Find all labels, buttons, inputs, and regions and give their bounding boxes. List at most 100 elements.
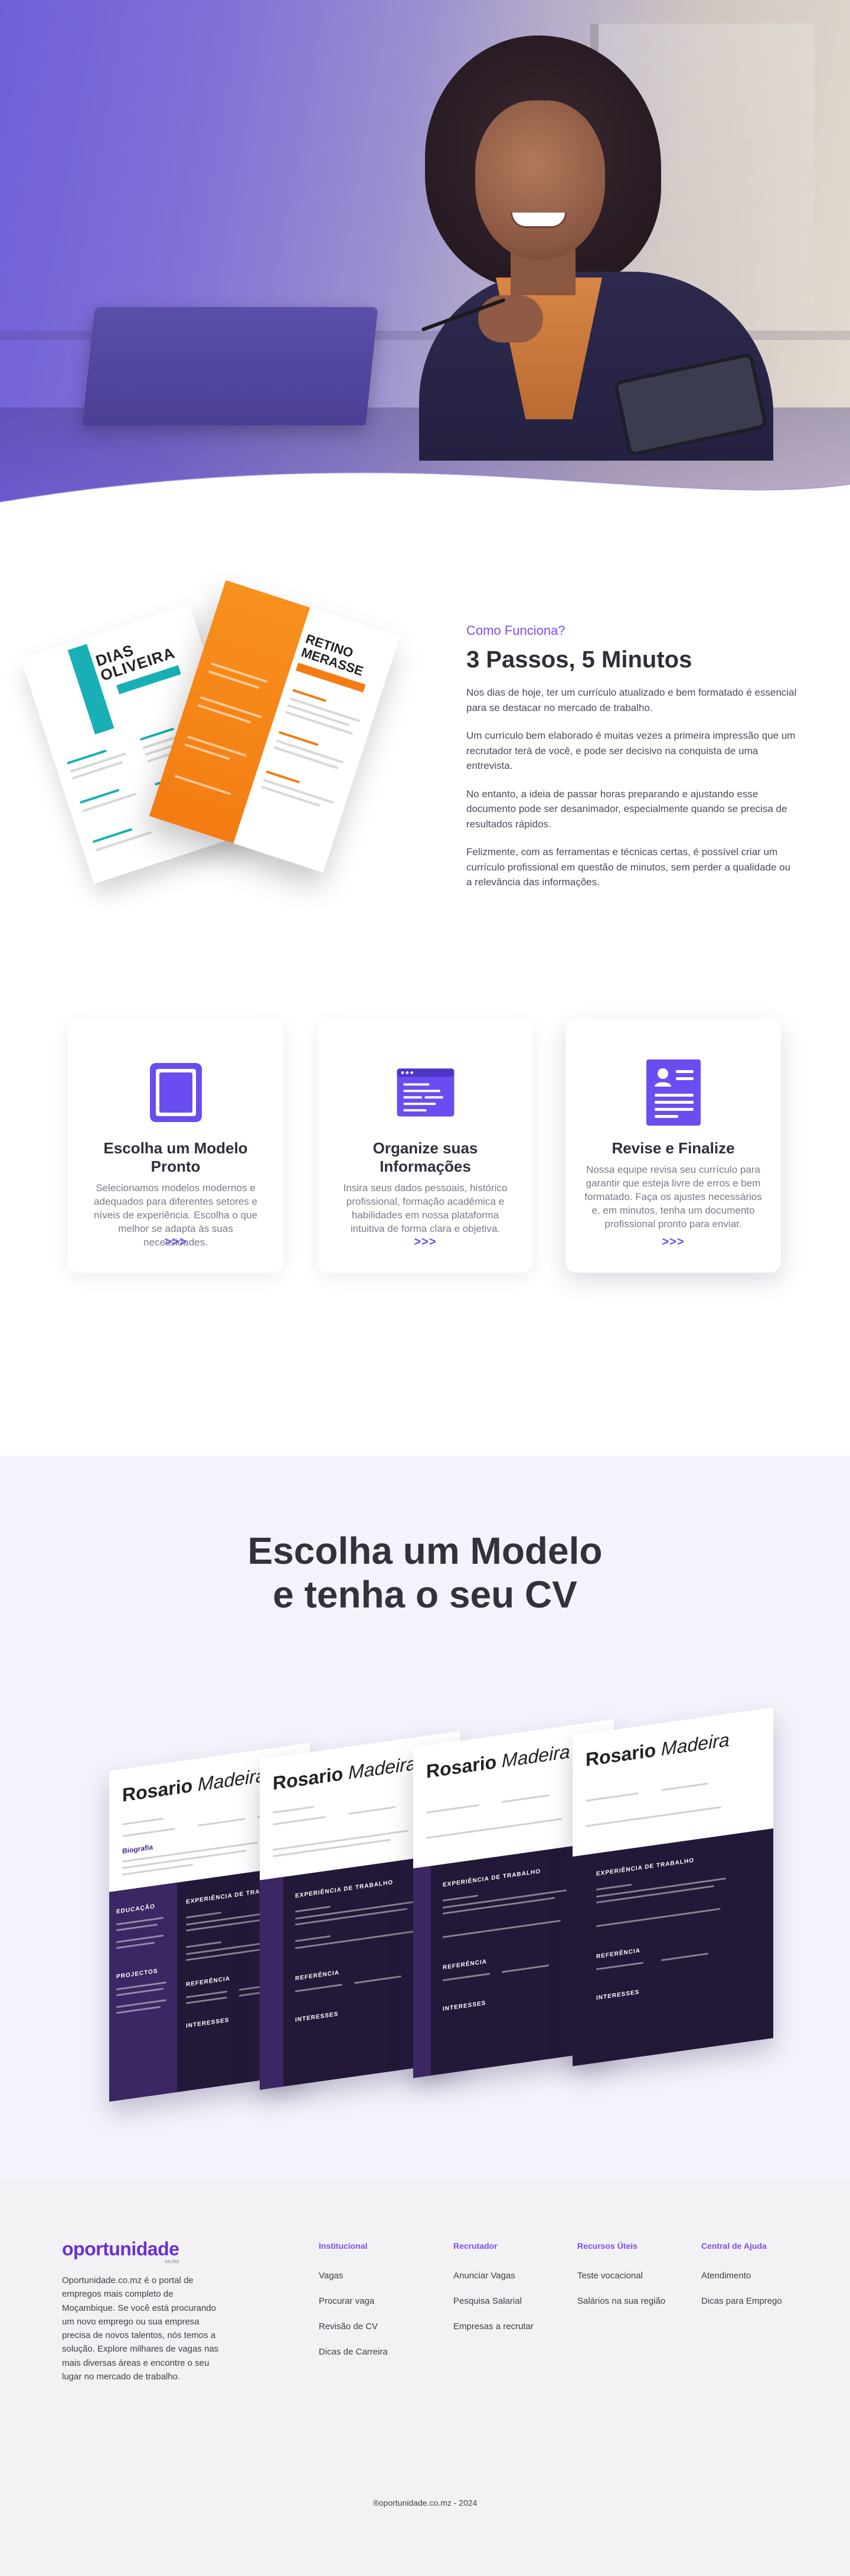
step-card-review-finalize[interactable]: Revise e Finalize Nossa equipe revisa se…	[565, 1019, 781, 1273]
footer-link-teste-vocacional[interactable]: Teste vocacional	[577, 2271, 665, 2281]
footer-column-recursos: Recursos Úteis Teste vocacional Salários…	[577, 2241, 665, 2321]
cv-section-interests: INTERESSES	[596, 1988, 640, 2002]
footer-link-revisao-cv[interactable]: Revisão de CV	[319, 2321, 388, 2332]
cv-contact-line	[198, 1818, 245, 1827]
cv-line	[295, 1984, 342, 1993]
how-paragraph: Felizmente, com as ferramentas e técnica…	[466, 846, 791, 888]
hero-person-smile	[511, 213, 567, 228]
footer-link-salarios-regiao[interactable]: Salários na sua região	[577, 2296, 665, 2306]
footer-link-atendimento[interactable]: Atendimento	[701, 2271, 782, 2281]
footer-about-text: Oportunidade.co.mz é o portal de emprego…	[62, 2275, 219, 2382]
how-it-works-section: DIAS OLIVEIRA RETINO MERASSE Como Funcio…	[0, 543, 850, 921]
footer-link-pesquisa-salarial[interactable]: Pesquisa Salarial	[453, 2296, 534, 2306]
how-eyebrow: Como Funciona?	[466, 623, 565, 638]
step-card-organize-info[interactable]: Organize suas Informações Insira seus da…	[318, 1019, 533, 1273]
cv-section-interests: INTERESSES	[295, 2011, 339, 2024]
cv-line	[295, 1935, 331, 1942]
cv-role-bar	[273, 1805, 314, 1814]
cv-section-interests: INTERESSES	[443, 2000, 486, 2013]
cv-name: Rosario Madeira	[586, 1724, 760, 1771]
hero-wave-divider	[0, 472, 850, 514]
cv-contact-line	[661, 1782, 708, 1791]
footer-link-vagas[interactable]: Vagas	[319, 2271, 388, 2281]
cv-last-name: Madeira	[348, 1752, 417, 1783]
hero-person-illustration	[407, 35, 785, 461]
step-title: Organize suas Informações	[372, 1139, 478, 1176]
footer-column-institucional: Institucional Vagas Procurar vaga Revisã…	[319, 2241, 388, 2372]
cv-body: EXPERIÊNCIA DE TRABALHO REFERÊNCIA INTER…	[573, 1828, 773, 2066]
footer-column-title: Recursos Úteis	[577, 2241, 638, 2251]
cv-section-experience: EXPERIÊNCIA DE TRABALHO	[295, 1879, 393, 1900]
cv-line	[295, 1931, 413, 1949]
cv-template-card[interactable]: Rosario Madeira EXPERIÊNCIA DE TRABALHO …	[573, 1707, 773, 2066]
cv-section-experience: EXPERIÊNCIA DE TRABALHO	[596, 1857, 694, 1878]
cv-contact-line	[502, 1794, 549, 1803]
hero-laptop	[82, 307, 378, 425]
footer-link-dicas-carreira[interactable]: Dicas de Carreira	[319, 2347, 388, 2357]
cv-contact-line	[273, 1816, 326, 1825]
cv-line	[116, 1923, 158, 1932]
footer-copyright: ®oportunidade.co.mz - 2024	[372, 2498, 478, 2507]
cv-bio-line	[586, 1806, 721, 1827]
footer-link-anunciar-vagas[interactable]: Anunciar Vagas	[453, 2271, 534, 2281]
cv-section-reference: REFERÊNCIA	[186, 1975, 231, 1988]
cv-line	[596, 1883, 632, 1891]
cv-last-name: Madeira	[661, 1729, 730, 1760]
cv-section-reference: REFERÊNCIA	[443, 1958, 488, 1971]
footer-link-dicas-emprego[interactable]: Dicas para Emprego	[701, 2296, 782, 2306]
cv-line	[186, 1912, 221, 1919]
cv-last-name: Madeira	[502, 1740, 570, 1772]
cv-line	[443, 1894, 478, 1902]
footer-column-recrutador: Recrutador Anunciar Vagas Pesquisa Salar…	[453, 2241, 534, 2347]
cv-line	[186, 1996, 227, 2004]
cv-line	[116, 1934, 164, 1944]
cv-contact-line	[348, 1806, 395, 1815]
how-paragraph: Nos dias de hoje, ter um currículo atual…	[466, 687, 797, 713]
step-arrows-link[interactable]: >>>	[318, 1235, 533, 1249]
cv-line	[502, 1964, 549, 1973]
cv-line	[596, 1907, 720, 1928]
step-arrows-link[interactable]: >>>	[565, 1235, 781, 1249]
footer-column-central-ajuda: Central de Ajuda Atendimento Dicas para …	[701, 2241, 782, 2321]
templates-title: Escolha um Modelo e tenha o seu CV	[0, 1530, 850, 1616]
cv-contact-line	[426, 1804, 479, 1814]
footer-logo[interactable]: oportunidade co.mz	[62, 2238, 179, 2264]
cv-line	[295, 1906, 331, 1913]
cv-section-reference: REFERÊNCIA	[295, 1969, 340, 1982]
resume-icon	[644, 1059, 703, 1126]
cv-section-reference: REFERÊNCIA	[596, 1947, 641, 1961]
templates-title-line2: e tenha o seu CV	[273, 1573, 577, 1616]
page: DIAS OLIVEIRA RETINO MERASSE Como Funcio…	[0, 0, 850, 2576]
how-title: 3 Passos, 5 Minutos	[466, 647, 692, 673]
cv-line	[116, 2006, 161, 2014]
step-text: Nossa equipe revisa seu currículo para g…	[584, 1164, 762, 1230]
cv-section-experience: EXPERIÊNCIA DE TRABALHO	[443, 1868, 541, 1889]
footer-link-empresas-recrutar[interactable]: Empresas a recrutar	[453, 2321, 534, 2332]
hero-person-hand	[478, 295, 543, 343]
footer: oportunidade co.mz Oportunidade.co.mz é …	[0, 2182, 850, 2576]
hero-banner	[0, 0, 850, 514]
cv-bio-line	[426, 1818, 562, 1839]
footer-column-title: Institucional	[319, 2241, 368, 2251]
cv-first-name: Rosario	[586, 1739, 656, 1770]
hero-person-face	[475, 100, 605, 260]
cv-section-projects: PROJECTOS	[116, 1968, 158, 1981]
step-title: Revise e Finalize	[612, 1139, 735, 1157]
templates-title-line1: Escolha um Modelo	[247, 1530, 603, 1572]
cv-sidebar	[260, 1877, 283, 2090]
resume-line	[95, 831, 152, 852]
step-arrows-link[interactable]: >>>	[68, 1235, 283, 1249]
cv-sidebar	[413, 1866, 431, 2078]
cv-contact-line	[586, 1792, 639, 1802]
steps-section: Escolha um Modelo Pronto Selecionamos mo…	[0, 1019, 850, 1326]
step-text: Insira seus dados pessoais, histórico pr…	[343, 1182, 508, 1235]
cv-last-name: Madeira	[198, 1764, 266, 1795]
footer-link-procurar-vaga[interactable]: Procurar vaga	[319, 2296, 388, 2306]
step-card-choose-template[interactable]: Escolha um Modelo Pronto Selecionamos mo…	[68, 1019, 283, 1273]
cv-line	[661, 1952, 708, 1961]
resume-samples-illustration: DIAS OLIVEIRA RETINO MERASSE	[21, 579, 413, 886]
cv-first-name: Rosario	[273, 1763, 344, 1794]
cv-first-name: Rosario	[426, 1751, 497, 1782]
how-paragraph: Um currículo bem elaborado é muitas veze…	[466, 730, 796, 771]
cv-first-name: Rosario	[122, 1775, 193, 1806]
